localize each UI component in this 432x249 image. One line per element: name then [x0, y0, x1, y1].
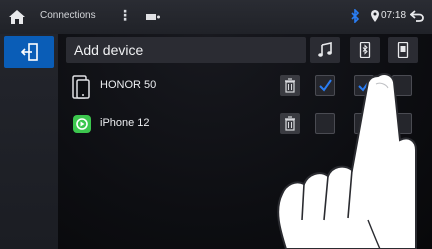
clock: 07:18 — [381, 10, 407, 21]
device-name: iPhone 12 — [100, 117, 150, 129]
page-title: Connections — [40, 10, 96, 21]
carplay-icon — [73, 115, 91, 133]
phone-bluetooth-icon — [359, 42, 371, 58]
status-bar: Connections ⋮ 07:18 — [0, 0, 432, 34]
hand-pointer-icon — [277, 73, 417, 249]
menu-dots-icon[interactable]: ⋮ — [118, 7, 132, 24]
music-icon — [318, 42, 332, 57]
device-name: HONOR 50 — [100, 79, 157, 91]
sidebar — [0, 34, 58, 249]
sidebar-item-add-device[interactable] — [4, 36, 54, 68]
column-phone — [350, 37, 380, 63]
battery-icon — [146, 14, 160, 20]
back-icon[interactable] — [410, 10, 424, 22]
phone-mirror-icon — [397, 42, 409, 58]
header-title: Add device — [74, 42, 144, 58]
add-device-icon — [21, 43, 38, 61]
location-icon — [371, 10, 379, 22]
bluetooth-icon — [351, 9, 360, 23]
column-mirror — [388, 37, 418, 63]
column-media — [310, 37, 340, 63]
phone-icon — [72, 75, 90, 99]
home-icon[interactable] — [8, 9, 26, 25]
header-bar: Add device — [66, 37, 306, 63]
app-window: Connections ⋮ 07:18 Add device HONOR 50 … — [0, 0, 432, 249]
